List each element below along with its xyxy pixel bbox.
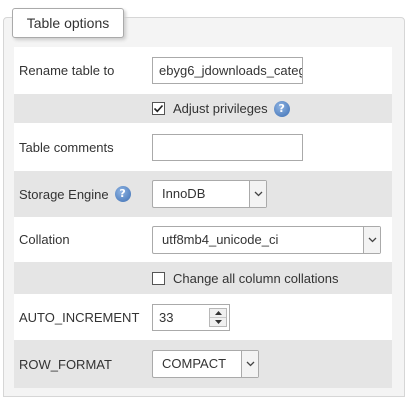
auto-increment-row: AUTO_INCREMENT 33 <box>14 294 392 340</box>
adjust-privileges-checkbox[interactable] <box>152 102 165 115</box>
collation-row: Collation utf8mb4_unicode_ci <box>14 217 392 262</box>
spin-down-icon[interactable] <box>210 316 226 326</box>
table-comments-input[interactable] <box>152 133 303 161</box>
adjust-privileges-row: Adjust privileges ? <box>14 94 392 123</box>
adjust-privileges-label: Adjust privileges <box>173 101 268 116</box>
change-collations-cell: Change all column collations <box>152 262 338 294</box>
chevron-down-icon <box>363 226 380 253</box>
collation-select[interactable]: utf8mb4_unicode_ci <box>152 225 381 254</box>
change-collations-row: Change all column collations <box>14 262 392 294</box>
table-comments-row: Table comments <box>14 123 392 171</box>
rename-table-row: Rename table to ebyg6_jdownloads_categ <box>14 47 392 94</box>
rename-table-input[interactable]: ebyg6_jdownloads_categ <box>152 57 303 84</box>
rename-table-label: Rename table to <box>19 63 115 78</box>
storage-engine-select[interactable]: InnoDB <box>152 180 267 208</box>
help-icon[interactable]: ? <box>114 186 131 202</box>
collation-label: Collation <box>19 232 70 247</box>
spin-up-icon[interactable] <box>210 309 226 317</box>
collation-value: utf8mb4_unicode_ci <box>162 231 279 247</box>
row-format-value: COMPACT <box>162 356 227 371</box>
storage-engine-value: InnoDB <box>162 186 206 201</box>
row-format-label: ROW_FORMAT <box>19 356 112 372</box>
auto-increment-spinner[interactable] <box>209 307 227 327</box>
storage-engine-cell: InnoDB <box>152 171 267 217</box>
change-collations-checkbox[interactable] <box>152 271 165 285</box>
chevron-down-icon <box>241 351 258 377</box>
table-comments-cell <box>152 123 303 171</box>
rename-table-cell: ebyg6_jdownloads_categ <box>152 47 303 94</box>
auto-increment-label: AUTO_INCREMENT <box>19 309 140 325</box>
table-options-fieldset: Rename table to ebyg6_jdownloads_categ A… <box>3 17 405 397</box>
row-format-select[interactable]: COMPACT <box>152 350 259 378</box>
row-format-cell: COMPACT <box>152 340 259 388</box>
auto-increment-input[interactable]: 33 <box>152 303 230 331</box>
checkmark-icon <box>153 104 164 113</box>
change-collations-label: Change all column collations <box>173 270 339 286</box>
chevron-down-icon <box>249 181 266 207</box>
table-comments-label: Table comments <box>19 139 114 155</box>
collation-cell: utf8mb4_unicode_ci <box>152 217 381 262</box>
row-format-row: ROW_FORMAT COMPACT <box>14 340 392 388</box>
storage-engine-row: Storage Engine ? InnoDB <box>14 171 392 217</box>
storage-engine-label-wrap: Storage Engine ? <box>19 171 131 217</box>
auto-increment-cell: 33 <box>152 294 230 340</box>
fieldset-legend: Table options <box>12 8 124 38</box>
help-icon[interactable]: ? <box>273 100 290 117</box>
storage-engine-label: Storage Engine <box>19 186 109 202</box>
adjust-privileges-cell: Adjust privileges ? <box>152 94 290 123</box>
auto-increment-value: 33 <box>159 309 174 325</box>
